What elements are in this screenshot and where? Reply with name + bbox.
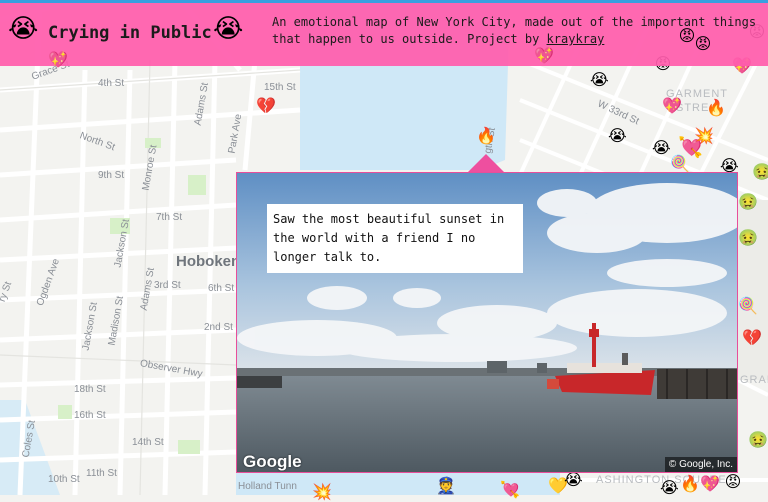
map-label-7th-st: 7th St (156, 212, 183, 223)
google-logo: Google (243, 452, 302, 471)
author-link[interactable]: kraykray (547, 32, 605, 46)
marker-heart-arrow-icon[interactable]: 💘 (500, 482, 520, 500)
story-text: Saw the most beautiful sunset in the wor… (267, 204, 523, 273)
marker-sparkling-heart-icon[interactable]: 💖 (534, 48, 554, 66)
site-title[interactable]: Crying in Public (48, 23, 212, 43)
story-popup[interactable]: Saw the most beautiful sunset in the wor… (236, 172, 738, 473)
marker-nauseated-face-icon[interactable]: 🤢 (748, 432, 768, 450)
marker-crying-face-icon[interactable]: 😭 (590, 72, 609, 90)
marker-nauseated-face-icon[interactable]: 🤢 (738, 194, 758, 212)
marker-nauseated-face-icon[interactable]: 🤢 (738, 230, 758, 248)
map-label-11th-st: 11th St (86, 468, 117, 479)
marker-lollipop-icon[interactable]: 🍭 (738, 298, 758, 316)
marker-angry-face-icon[interactable]: 😡 (724, 474, 742, 492)
marker-crying-face-icon[interactable]: 😭 (660, 480, 679, 498)
map-label-16th-st: 16th St (74, 410, 106, 421)
marker-fire-icon[interactable]: 🔥 (476, 128, 496, 146)
map-label-hoboken: Hoboken (176, 253, 241, 270)
marker-collision-icon[interactable]: 💥 (694, 128, 714, 146)
map-label-6th-st: 6th St (208, 283, 235, 294)
crying-face-icon: 😭 (8, 14, 39, 44)
marker-sparkling-heart-icon[interactable]: 💖 (48, 52, 68, 70)
marker-fire-icon[interactable]: 🔥 (680, 476, 700, 494)
map-label-9th-st: 9th St (98, 170, 125, 181)
site-header: 😭 Crying in Public 😭 An emotional map of… (0, 0, 768, 66)
marker-broken-heart-icon[interactable]: 💔 (742, 330, 762, 348)
map-label-holland-tunnel: Holland Tunn (238, 481, 297, 492)
map-label-15th-st: 15th St (264, 82, 296, 93)
marker-police-icon[interactable]: 👮 (436, 478, 456, 496)
marker-angry-face-icon[interactable]: 😡 (694, 36, 712, 54)
crying-face-icon: 😭 (213, 14, 244, 44)
map-label-10th-st: 10th St (48, 474, 80, 485)
marker-collision-icon[interactable]: 💥 (312, 484, 332, 502)
marker-crying-face-icon[interactable]: 😭 (608, 128, 627, 146)
map-label-14th-st: 14th St (132, 437, 164, 448)
marker-sparkling-heart-icon[interactable]: 💖 (662, 98, 682, 116)
map-label-18th-st: 18th St (74, 384, 106, 395)
marker-nauseated-face-icon[interactable]: 🤢 (752, 164, 768, 182)
marker-crying-face-icon[interactable]: 😭 (652, 140, 671, 158)
marker-sparkling-heart-icon[interactable]: 💖 (700, 476, 720, 494)
map-label-2nd-st: 2nd St (204, 322, 233, 333)
map-label-3rd-st: 3rd St (154, 280, 181, 291)
map-label-grand: GRAN (740, 374, 768, 386)
marker-broken-heart-icon[interactable]: 💔 (256, 98, 276, 116)
marker-fire-icon[interactable]: 🔥 (706, 100, 726, 118)
marker-crying-face-icon[interactable]: 😭 (564, 472, 583, 490)
map-label-4th-st: 4th St (98, 78, 125, 89)
copyright-notice: © Google, Inc. (664, 457, 737, 472)
popup-pointer (468, 154, 504, 172)
